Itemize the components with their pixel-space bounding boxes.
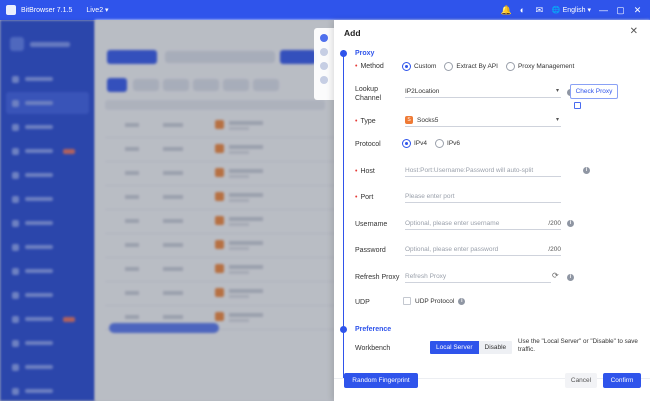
workbench-segmented-control: Local Server Disable [430, 341, 513, 354]
close-window-icon[interactable]: ✕ [633, 5, 642, 15]
chevron-down-icon: ▾ [555, 117, 559, 123]
timeline-dot-icon [340, 50, 347, 57]
refresh-icon[interactable]: ⟳ [552, 271, 559, 280]
bell-icon[interactable]: 🔔 [501, 5, 512, 15]
confirm-button[interactable]: Confirm [603, 373, 641, 388]
lookup-channel-label: Lookup Channel [355, 86, 382, 102]
dialog-side-strip [314, 28, 334, 100]
method-radio-group: Custom Extract By API Proxy Management [402, 62, 578, 71]
password-input[interactable]: Optional, please enter password/200 [405, 243, 561, 256]
password-counter: /200 [548, 246, 561, 253]
minimize-icon[interactable]: — [599, 5, 608, 15]
method-label: • Method [355, 63, 384, 70]
app-title: BitBrowser 7.1.5 [21, 6, 73, 14]
udp-checkbox[interactable] [403, 297, 411, 305]
close-icon[interactable]: ✕ [630, 26, 638, 37]
messages-icon[interactable]: ✉ [535, 5, 544, 15]
workbench-label: Workbench [355, 345, 391, 352]
method-option-api[interactable]: Extract By API [444, 62, 498, 71]
lookup-channel-select[interactable]: IP2Location ▾ [405, 85, 561, 98]
check-proxy-button[interactable]: Check Proxy [570, 84, 618, 99]
udp-checkbox-label: UDP Protocol [415, 297, 455, 305]
side-strip-dot-icon[interactable] [320, 48, 328, 56]
username-label: Username [355, 221, 388, 228]
title-bar: BitBrowser 7.1.5 Live2 ▾ 🔔 ◐ ✉ 🌐 English… [0, 0, 650, 20]
port-label: • Port [355, 194, 374, 201]
app-logo-icon [6, 5, 16, 15]
info-icon[interactable]: i [583, 167, 590, 174]
refresh-proxy-input[interactable]: Refresh Proxy [405, 270, 551, 283]
profile-switcher[interactable]: Live2 ▾ [86, 6, 108, 14]
side-strip-dot-icon[interactable] [320, 76, 328, 84]
workbench-option-local-server[interactable]: Local Server [430, 341, 479, 354]
cancel-button[interactable]: Cancel [565, 373, 597, 388]
port-input[interactable]: Please enter port [405, 190, 561, 203]
copy-icon[interactable] [574, 102, 581, 109]
radio-checked-icon[interactable] [402, 139, 411, 148]
host-label: • Host [355, 168, 375, 175]
refresh-proxy-label: Refresh Proxy [355, 274, 400, 281]
protocol-option-ipv4[interactable]: IPv4 [402, 139, 427, 148]
random-fingerprint-button[interactable]: Random Fingerprint [344, 373, 418, 388]
maximize-icon[interactable]: ▢ [616, 5, 625, 15]
radio-icon[interactable] [444, 62, 454, 71]
section-proxy: Proxy [355, 50, 375, 57]
udp-checkbox-row[interactable]: UDP Protocol i [403, 297, 466, 305]
type-select[interactable]: S Socks5 ▾ [405, 114, 561, 127]
info-icon[interactable]: i [567, 274, 574, 281]
info-icon[interactable]: i [458, 297, 466, 305]
info-icon[interactable]: i [567, 220, 574, 227]
protocol-radio-group: IPv4 IPv6 [402, 139, 464, 148]
titlebar-actions: 🔔 ◐ ✉ 🌐 English ▾ — ▢ ✕ [501, 0, 642, 20]
method-option-custom[interactable]: Custom [402, 62, 436, 71]
side-strip-dot-icon[interactable] [320, 34, 328, 42]
radio-icon[interactable] [505, 62, 515, 71]
side-strip-dot-icon[interactable] [320, 62, 328, 70]
language-selector[interactable]: 🌐 English ▾ [552, 6, 591, 14]
add-dialog: Add ✕ Proxy • Method Custom Extract By AP… [334, 20, 650, 401]
udp-label: UDP [355, 299, 370, 306]
protocol-label: Protocol [355, 141, 381, 148]
radio-icon[interactable] [435, 139, 445, 148]
dialog-title: Add [344, 28, 361, 38]
timeline-dot-icon [340, 326, 347, 333]
host-input[interactable]: Host:Port:Username:Password will auto-sp… [405, 164, 561, 177]
radio-checked-icon[interactable] [402, 62, 411, 71]
section-preference: Preference [355, 326, 392, 333]
socks-icon: S [405, 116, 413, 125]
password-label: Password [355, 247, 386, 254]
chevron-down-icon: ▾ [555, 88, 559, 94]
workbench-note: Use the "Local Server" or "Disable" to s… [518, 338, 638, 353]
toggle-icon[interactable]: ◐ [518, 5, 527, 15]
protocol-option-ipv6[interactable]: IPv6 [435, 139, 460, 148]
username-counter: /200 [548, 220, 561, 227]
workbench-option-disable[interactable]: Disable [478, 341, 513, 354]
username-input[interactable]: Optional, please enter username/200 [405, 217, 561, 230]
type-label: • Type [355, 118, 376, 125]
method-option-proxy-management[interactable]: Proxy Management [505, 62, 574, 71]
